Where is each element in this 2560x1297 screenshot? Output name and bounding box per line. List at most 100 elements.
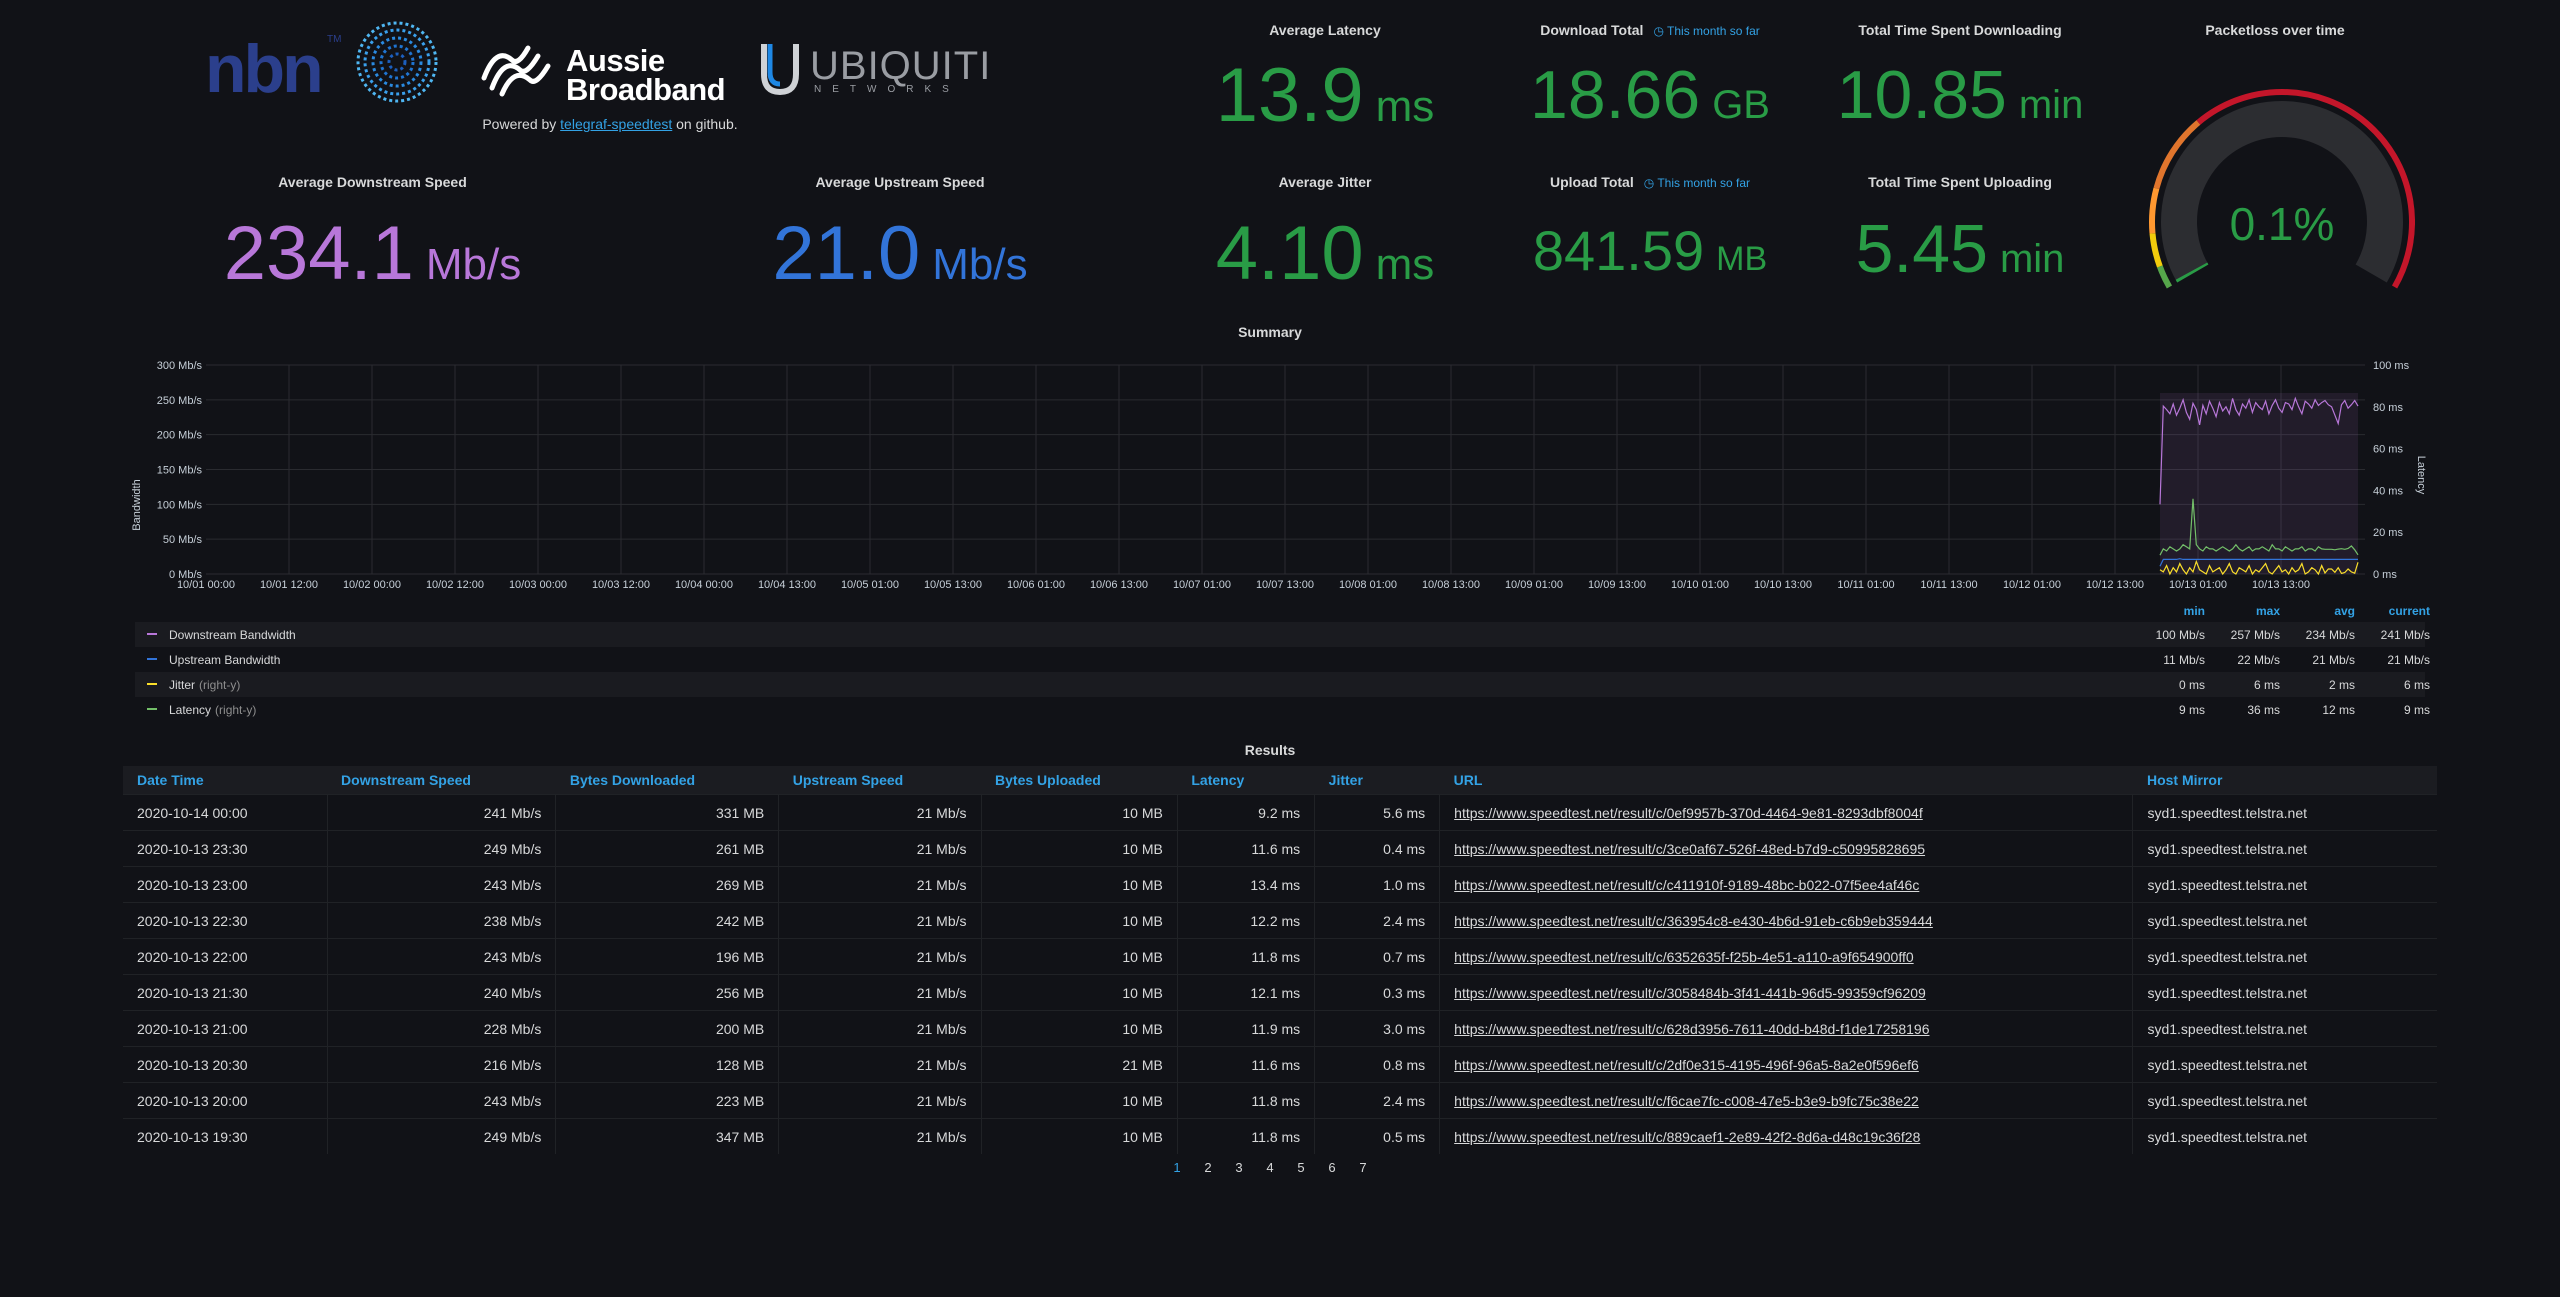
result-url-link[interactable]: https://www.speedtest.net/result/c/3ce0a… (1454, 841, 1925, 857)
x-tick-label: 10/04 13:00 (758, 579, 816, 591)
cell-text: 2020-10-13 20:00 (137, 1092, 248, 1109)
table-cell: https://www.speedtest.net/result/c/3ce0a… (1439, 830, 2134, 867)
table-cell: 10 MB (981, 1010, 1178, 1047)
legend-swatch (147, 708, 157, 710)
packetloss-title: Packetloss over time (2205, 22, 2345, 38)
table-cell: 240 Mb/s (327, 974, 557, 1011)
x-tick-label: 10/10 01:00 (1671, 579, 1729, 591)
table-cell: 21 Mb/s (778, 1010, 982, 1047)
pagination: 1234567 (1160, 1160, 1380, 1175)
table-cell: 13.4 ms (1177, 866, 1316, 903)
cell-text: 2020-10-13 22:00 (137, 948, 248, 965)
cell-text: syd1.speedtest.telstra.net (2147, 876, 2307, 893)
table-cell: 11.6 ms (1177, 830, 1316, 867)
result-url-link[interactable]: https://www.speedtest.net/result/c/f6cae… (1454, 1093, 1919, 1109)
legend-header-current[interactable]: current (2360, 604, 2430, 618)
summary-chart: 0 Mb/s50 Mb/s100 Mb/s150 Mb/s200 Mb/s250… (131, 360, 2427, 591)
column-header[interactable]: Upstream Speed (778, 766, 982, 795)
cell-text: 256 MB (715, 984, 765, 1001)
legend-row[interactable]: Jitter (right-y) 0 ms 6 ms 2 ms 6 ms (135, 672, 2430, 697)
avg-latency-value: 13.9 (1215, 53, 1364, 138)
legend-row[interactable]: Upstream Bandwidth 11 Mb/s 22 Mb/s 21 Mb/s 2… (135, 647, 2430, 672)
table-cell: 256 MB (555, 974, 780, 1011)
page-link-4[interactable]: 4 (1255, 1160, 1286, 1175)
legend-row[interactable]: Downstream Bandwidth 100 Mb/s 257 Mb/s 234 … (135, 622, 2430, 647)
upload-total-info[interactable]: ◷ This month so far (1644, 176, 1750, 190)
cell-text: 9.2 ms (1258, 804, 1301, 821)
table-cell: 249 Mb/s (327, 830, 557, 867)
cell-text: 196 MB (715, 948, 765, 965)
result-url-link[interactable]: https://www.speedtest.net/result/c/36395… (1454, 913, 1933, 929)
table-cell: 347 MB (555, 1118, 780, 1154)
legend-series-label: Jitter (right-y) (169, 678, 240, 692)
x-tick-label: 10/01 12:00 (260, 579, 318, 591)
time-downloading-title: Total Time Spent Downloading (1858, 22, 2062, 38)
cell-text: syd1.speedtest.telstra.net (2147, 948, 2307, 965)
legend-row[interactable]: Latency (right-y) 9 ms 36 ms 12 ms 9 ms (135, 697, 2430, 722)
cell-text: 21 Mb/s (916, 1056, 967, 1073)
page-link-1[interactable]: 1 (1162, 1160, 1193, 1175)
cell-text: 10 MB (1122, 1020, 1163, 1037)
telegraf-speedtest-link[interactable]: telegraf-speedtest (560, 116, 672, 132)
legend-avg-value: 2 ms (2328, 678, 2355, 692)
x-tick-label: 10/09 13:00 (1588, 579, 1646, 591)
download-total-title: Download Total (1540, 22, 1644, 38)
cell-text: 243 Mb/s (483, 876, 542, 893)
table-row: 2020-10-13 23:00 243 Mb/s 269 MB 21 Mb/s 10 … (123, 866, 2437, 903)
nbn-logo-tm: TM (327, 34, 342, 45)
avg-latency-panel: Average Latency 13.9 ms (1165, 22, 1485, 139)
table-cell: 2.4 ms (1314, 1082, 1441, 1119)
page-link-5[interactable]: 5 (1286, 1160, 1317, 1175)
table-cell: 11.9 ms (1177, 1010, 1316, 1047)
cell-text: 347 MB (715, 1128, 765, 1145)
table-cell: https://www.speedtest.net/result/c/0ef99… (1439, 794, 2134, 831)
legend-header-min[interactable]: min (2135, 604, 2205, 618)
time-downloading-panel: Total Time Spent Downloading 10.85 min (1800, 22, 2120, 134)
result-url-link[interactable]: https://www.speedtest.net/result/c/c4119… (1454, 877, 1919, 893)
x-tick-label: 10/09 01:00 (1505, 579, 1563, 591)
column-header[interactable]: Downstream Speed (327, 766, 556, 795)
legend-series-label: Latency (right-y) (169, 703, 256, 717)
time-uploading-unit: min (1999, 237, 2065, 281)
page-link-6[interactable]: 6 (1317, 1160, 1348, 1175)
powered-suffix: on github. (672, 116, 738, 132)
legend-min-value: 0 ms (2178, 678, 2205, 692)
page-link-3[interactable]: 3 (1224, 1160, 1255, 1175)
result-url-link[interactable]: https://www.speedtest.net/result/c/0ef99… (1454, 805, 1923, 821)
cell-text: syd1.speedtest.telstra.net (2147, 1092, 2307, 1109)
table-cell: 10 MB (981, 794, 1178, 831)
table-cell: 2020-10-13 22:00 (123, 938, 328, 975)
column-header[interactable]: Host Mirror (2132, 766, 2437, 795)
table-cell: 11.6 ms (1177, 1046, 1316, 1083)
download-total-info[interactable]: ◷ This month so far (1653, 24, 1759, 38)
page-link-7[interactable]: 7 (1348, 1160, 1379, 1175)
cell-text: 2020-10-14 00:00 (137, 804, 248, 821)
result-url-link[interactable]: https://www.speedtest.net/result/c/628d3… (1454, 1021, 1929, 1037)
download-total-value: 18.66 (1530, 57, 1701, 133)
cell-text: 10 MB (1122, 876, 1163, 893)
cell-text: 21 Mb/s (916, 984, 967, 1001)
result-url-link[interactable]: https://www.speedtest.net/result/c/2df0e… (1454, 1057, 1919, 1073)
avg-upstream-title: Average Upstream Speed (815, 174, 985, 190)
x-tick-label: 10/07 01:00 (1173, 579, 1231, 591)
legend-header-max[interactable]: max (2210, 604, 2280, 618)
column-header[interactable]: Latency (1177, 766, 1315, 795)
legend-header-avg[interactable]: avg (2285, 604, 2355, 618)
page-link-2[interactable]: 2 (1193, 1160, 1224, 1175)
column-header[interactable]: Date Time (123, 766, 328, 795)
avg-latency-unit: ms (1375, 82, 1435, 131)
result-url-link[interactable]: https://www.speedtest.net/result/c/889ca… (1454, 1129, 1920, 1145)
packetloss-gauge: 0.1% (2149, 89, 2415, 289)
chart-title: Summary (1238, 324, 1302, 340)
avg-downstream-value: 234.1 (223, 211, 414, 296)
result-url-link[interactable]: https://www.speedtest.net/result/c/63526… (1454, 949, 1913, 965)
column-header[interactable]: URL (1439, 766, 2133, 795)
column-header[interactable]: Bytes Uploaded (981, 766, 1178, 795)
column-header[interactable]: Bytes Downloaded (555, 766, 779, 795)
aussie-logo-text: Aussie Broadband (566, 45, 726, 105)
cell-text: 0.8 ms (1383, 1056, 1426, 1073)
table-cell: 243 Mb/s (327, 866, 557, 903)
cell-text: 10 MB (1122, 948, 1163, 965)
column-header[interactable]: Jitter (1314, 766, 1440, 795)
result-url-link[interactable]: https://www.speedtest.net/result/c/30584… (1454, 985, 1926, 1001)
